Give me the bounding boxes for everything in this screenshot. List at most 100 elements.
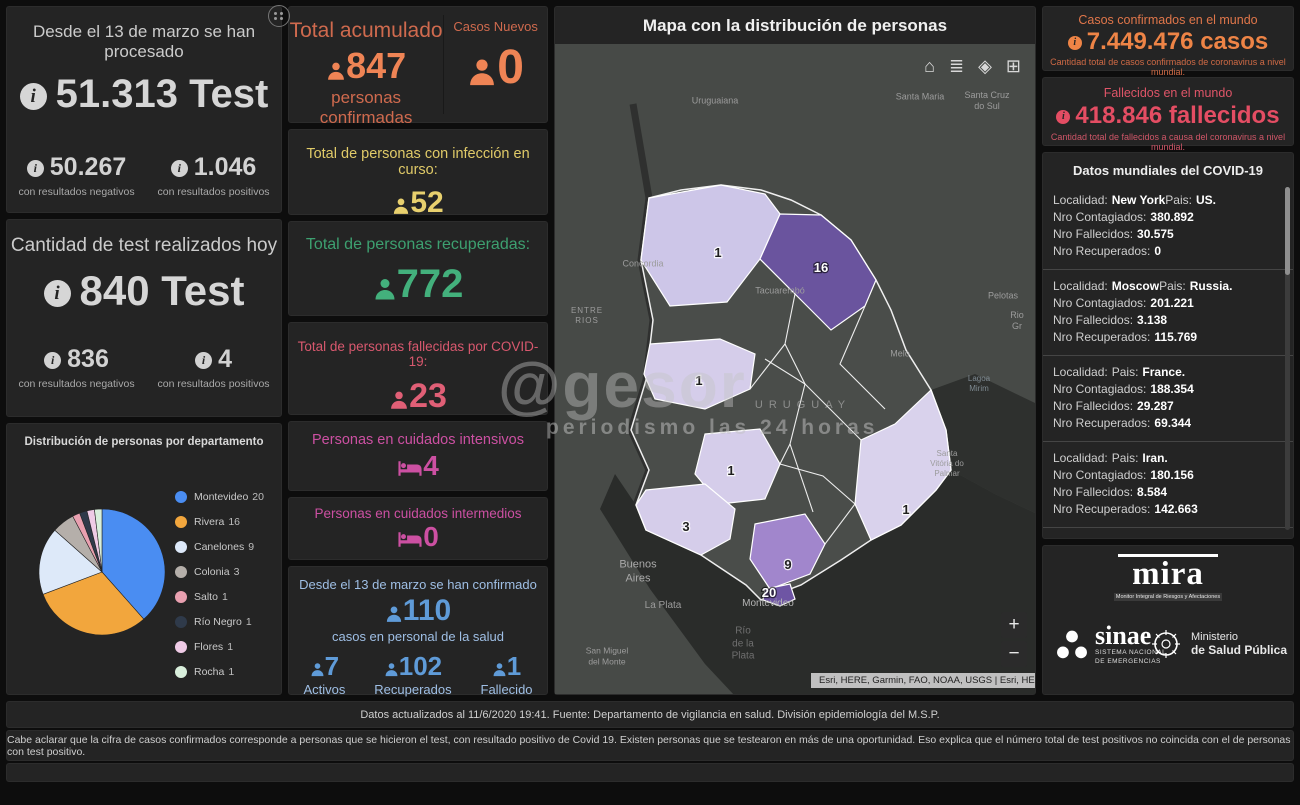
legend-swatch xyxy=(175,666,187,678)
msp-emblem-icon xyxy=(1148,626,1184,662)
panel-title: Desde el 13 de marzo se han procesado xyxy=(7,7,281,62)
legend-swatch xyxy=(175,566,187,578)
info-icon[interactable]: i xyxy=(1056,110,1070,124)
health-workers-active: 7 Activos xyxy=(303,651,345,697)
dept-count-colonia: 3 xyxy=(682,519,689,534)
total-acumulado: Total acumulado 847 personas confirmadas xyxy=(289,7,443,122)
logos-panel: mira Monitor Integral de Riesgos y Afect… xyxy=(1042,545,1294,695)
info-icon[interactable]: i xyxy=(44,280,71,307)
footer-updated-bar: Datos actualizados al 11/6/2020 19:41. F… xyxy=(6,701,1294,728)
msp-logo: Ministerio de Salud Pública xyxy=(1148,626,1287,662)
active-infections-panel: Total de personas con infección en curso… xyxy=(288,129,548,215)
dept-count-canelones: 9 xyxy=(784,557,791,572)
covid-dashboard: Desde el 13 de marzo se han procesado i5… xyxy=(0,0,1300,805)
hospital-bed-icon xyxy=(397,459,423,478)
footer-disclaimer-text: Cabe aclarar que la cifra de casos confi… xyxy=(7,734,1293,758)
mira-logo: mira Monitor Integral de Riesgos y Afect… xyxy=(1043,554,1293,603)
layers-icon[interactable]: ◈ xyxy=(978,56,992,77)
legend-item[interactable]: Salto1 xyxy=(175,584,264,609)
map-attribution[interactable]: Esri, HERE, Garmin, FAO, NOAA, USGS | Es… xyxy=(811,673,1035,688)
legend-icon[interactable]: ≣ xyxy=(949,56,964,77)
person-icon xyxy=(385,605,403,623)
legend-swatch xyxy=(175,541,187,553)
legend-item[interactable]: Río Negro1 xyxy=(175,609,264,634)
accumulated-panel: Total acumulado 847 personas confirmadas… xyxy=(288,6,548,123)
footer-empty-bar xyxy=(6,763,1294,782)
world-entry: Localidad:Pais:Iran. Nro Contagiados:180… xyxy=(1043,441,1293,527)
pie-chart-panel: Distribución de personas por departament… xyxy=(6,423,282,695)
footer-updated-text: Datos actualizados al 11/6/2020 19:41. F… xyxy=(360,709,939,721)
hospital-bed-icon xyxy=(397,530,423,549)
map-panel: Mapa con la distribución de personas xyxy=(554,6,1036,695)
home-icon[interactable]: ⌂ xyxy=(924,56,935,77)
dept-count-montevideo: 20 xyxy=(762,585,776,600)
zoom-out-button[interactable]: − xyxy=(1001,641,1027,667)
basemap-icon[interactable]: ⊞ xyxy=(1006,56,1021,77)
world-entry: Localidad:Pais:France. Nro Contagiados:1… xyxy=(1043,355,1293,441)
legend-item[interactable]: Montevideo20 xyxy=(175,484,264,509)
msp-line1: Ministerio xyxy=(1191,631,1287,643)
dept-count-rivera: 16 xyxy=(814,260,828,275)
tests-processed-panel: Desde el 13 de marzo se han procesado i5… xyxy=(6,6,282,213)
uruguay-map: 1 16 1 1 3 9 20 1 xyxy=(555,44,1035,694)
person-icon xyxy=(467,57,497,87)
person-icon xyxy=(492,662,507,677)
mira-logo-word: mira xyxy=(1114,558,1222,591)
msp-line2: de Salud Pública xyxy=(1191,643,1287,657)
dept-count-salto: 1 xyxy=(714,245,721,260)
drag-handle-icon[interactable] xyxy=(268,5,290,27)
health-workers-panel: Desde el 13 de marzo se han confirmado 1… xyxy=(288,566,548,695)
person-icon xyxy=(326,61,346,81)
world-entry: Localidad:MoscowPais:Russia. Nro Contagi… xyxy=(1043,269,1293,355)
legend-swatch xyxy=(175,641,187,653)
scrollbar-thumb[interactable] xyxy=(1285,187,1290,275)
person-icon xyxy=(384,662,399,677)
legend-item[interactable]: Canelones9 xyxy=(175,534,264,559)
negative-tests: i50.267 con resultados negativos xyxy=(18,153,134,198)
legend-swatch xyxy=(175,591,187,603)
map-title: Mapa con la distribución de personas xyxy=(555,7,1035,44)
legend-item[interactable]: Rocha1 xyxy=(175,659,264,684)
world-entry: Localidad:Pais:Turkey. Nro Contagiados:1… xyxy=(1043,527,1293,539)
deaths-panel: Total de personas fallecidas por COVID-1… xyxy=(288,322,548,415)
sinae-logo-icon xyxy=(1055,628,1089,662)
health-workers-recovered: 102 Recuperados xyxy=(374,651,451,697)
mira-logo-tagline: Monitor Integral de Riesgos y Afectacion… xyxy=(1114,593,1222,601)
person-icon xyxy=(389,390,409,410)
legend-item[interactable]: Colonia3 xyxy=(175,559,264,584)
intermediate-care-panel: Personas en cuidados intermedios 0 xyxy=(288,497,548,560)
info-icon[interactable]: i xyxy=(171,160,188,177)
tests-today-total: i840 Test xyxy=(7,267,281,315)
info-icon[interactable]: i xyxy=(27,160,44,177)
tests-total: i51.313 Test xyxy=(7,72,281,117)
info-icon[interactable]: i xyxy=(195,352,212,369)
info-icon[interactable]: i xyxy=(20,83,47,110)
map-toolbar: ⌂ ≣ ◈ ⊞ xyxy=(924,56,1021,77)
legend-swatch xyxy=(175,491,187,503)
map-canvas[interactable]: 1 16 1 1 3 9 20 1 Uruguaiana Santa Maria… xyxy=(555,44,1035,694)
recovered-panel: Total de personas recuperadas: 772 xyxy=(288,221,548,316)
list-title: Datos mundiales del COVID-19 xyxy=(1043,153,1293,184)
health-workers-deceased: 1 Fallecido xyxy=(481,651,533,697)
legend-item[interactable]: Flores1 xyxy=(175,634,264,659)
icu-panel: Personas en cuidados intensivos 4 xyxy=(288,421,548,491)
dept-count-flores: 1 xyxy=(727,463,734,478)
pie-legend: Montevideo20 Rivera16 Canelones9 Colonia… xyxy=(175,484,264,684)
chart-title: Distribución de personas por departament… xyxy=(7,424,281,448)
world-deaths-panel: Fallecidos en el mundo i418.846 fallecid… xyxy=(1042,77,1294,146)
world-confirmed-panel: Casos confirmados en el mundo i7.449.476… xyxy=(1042,6,1294,71)
positive-tests: i4 con resultados positivos xyxy=(157,345,269,390)
person-icon xyxy=(373,277,397,301)
legend-swatch xyxy=(175,616,187,628)
world-data-list[interactable]: Localidad:New YorkPais:US. Nro Contagiad… xyxy=(1043,184,1293,539)
dept-count-rocha: 1 xyxy=(902,502,909,517)
tests-today-panel: Cantidad de test realizados hoy i840 Tes… xyxy=(6,219,282,417)
legend-item[interactable]: Rivera16 xyxy=(175,509,264,534)
casos-nuevos: Casos Nuevos 0 xyxy=(444,7,547,122)
info-icon[interactable]: i xyxy=(44,352,61,369)
legend-swatch xyxy=(175,516,187,528)
person-icon xyxy=(310,662,325,677)
zoom-in-button[interactable]: + xyxy=(1001,612,1027,638)
info-icon[interactable]: i xyxy=(1068,36,1082,50)
world-entry: Localidad:New YorkPais:US. Nro Contagiad… xyxy=(1043,184,1293,269)
